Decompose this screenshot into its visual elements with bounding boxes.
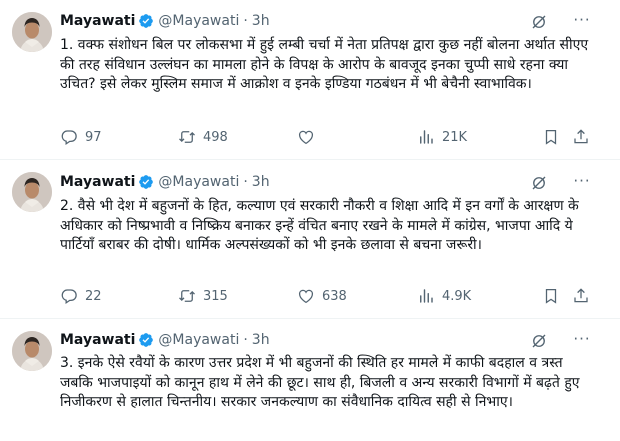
- bookmark-button[interactable]: [542, 127, 567, 147]
- reply-button[interactable]: 22: [60, 286, 102, 306]
- reply-icon: [60, 287, 78, 305]
- author-name[interactable]: Mayawati: [60, 332, 135, 348]
- tweet-actions: 22 315 638 4.9K: [60, 286, 600, 306]
- author-handle[interactable]: @Mayawati: [158, 174, 239, 190]
- repost-button[interactable]: 315: [178, 286, 228, 306]
- verified-badge-icon: [138, 174, 154, 190]
- repost-count: 498: [203, 129, 228, 145]
- avatar[interactable]: [12, 172, 52, 212]
- views-button[interactable]: 4.9K: [417, 286, 471, 306]
- avatar[interactable]: [12, 12, 52, 52]
- verified-badge-icon: [138, 332, 154, 348]
- tweet-actions: 97 498 21K: [60, 127, 600, 147]
- reply-count: 22: [85, 288, 102, 304]
- bookmark-icon: [542, 287, 560, 305]
- views-icon: [417, 287, 435, 305]
- verified-badge-icon: [138, 13, 154, 29]
- tweet-1[interactable]: Mayawati @Mayawati · 3h ··· 1. वक्फ संशो…: [0, 0, 620, 158]
- bookmark-button[interactable]: [542, 286, 567, 306]
- more-icon[interactable]: ···: [570, 174, 594, 192]
- tweet-header: Mayawati @Mayawati · 3h: [60, 172, 270, 192]
- separator-dot: ·: [243, 13, 248, 29]
- author-name[interactable]: Mayawati: [60, 174, 135, 190]
- separator-dot: ·: [243, 332, 248, 348]
- author-handle[interactable]: @Mayawati: [158, 332, 239, 348]
- tweet-header: Mayawati @Mayawati · 3h: [60, 330, 270, 350]
- tweet-header: Mayawati @Mayawati · 3h: [60, 11, 270, 31]
- reply-icon: [60, 128, 78, 146]
- repost-icon: [178, 287, 196, 305]
- avatar[interactable]: [12, 331, 52, 371]
- author-name[interactable]: Mayawati: [60, 13, 135, 29]
- tweet-3[interactable]: Mayawati @Mayawati · 3h ··· 3. इनके ऐसे …: [0, 319, 620, 441]
- tweet-text: 1. वक्फ संशोधन बिल पर लोकसभा में हुई लम्…: [60, 37, 589, 92]
- repost-button[interactable]: 498: [178, 127, 228, 147]
- bookmark-icon: [542, 128, 560, 146]
- grok-icon[interactable]: [530, 332, 548, 350]
- grok-icon[interactable]: [530, 174, 548, 192]
- timestamp[interactable]: 3h: [252, 332, 270, 348]
- repost-icon: [178, 128, 196, 146]
- tweet-text: 3. इनके ऐसे रवैयों के कारण उत्तर प्रदेश …: [60, 355, 580, 410]
- author-handle[interactable]: @Mayawati: [158, 13, 239, 29]
- reply-count: 97: [85, 129, 102, 145]
- grok-icon[interactable]: [530, 13, 548, 31]
- tweet-2[interactable]: Mayawati @Mayawati · 3h ··· 2. वैसे भी द…: [0, 160, 620, 318]
- views-count: 4.9K: [442, 288, 472, 304]
- reply-button[interactable]: 97: [60, 127, 102, 147]
- share-button[interactable]: [572, 127, 597, 147]
- share-button[interactable]: [572, 286, 597, 306]
- share-icon: [572, 287, 590, 305]
- like-button[interactable]: 638: [297, 286, 347, 306]
- views-button[interactable]: 21K: [417, 127, 467, 147]
- views-count: 21K: [442, 129, 468, 145]
- tweet-text: 2. वैसे भी देश में बहुजनों के हित, कल्या…: [60, 198, 579, 253]
- timestamp[interactable]: 3h: [252, 13, 270, 29]
- like-button[interactable]: [297, 127, 322, 147]
- like-count: 638: [322, 288, 347, 304]
- more-icon[interactable]: ···: [570, 332, 594, 350]
- more-icon[interactable]: ···: [570, 13, 594, 31]
- like-icon: [297, 128, 315, 146]
- repost-count: 315: [203, 288, 228, 304]
- share-icon: [572, 128, 590, 146]
- separator-dot: ·: [243, 174, 248, 190]
- timestamp[interactable]: 3h: [252, 174, 270, 190]
- like-icon: [297, 287, 315, 305]
- views-icon: [417, 128, 435, 146]
